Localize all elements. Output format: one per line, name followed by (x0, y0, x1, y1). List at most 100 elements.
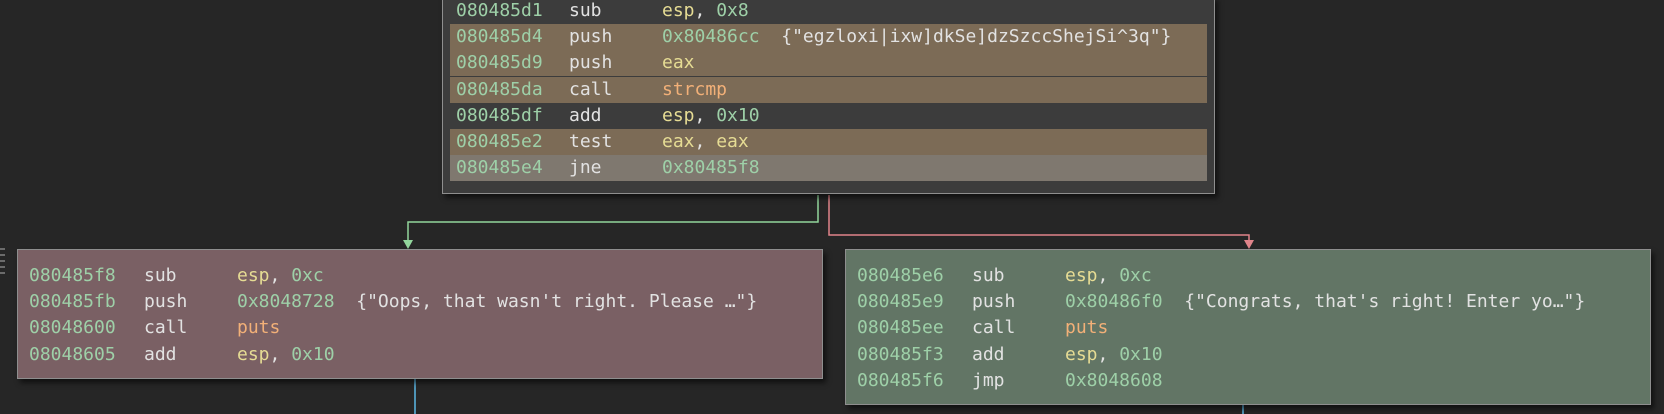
instruction-mnemonic: sub (144, 265, 177, 286)
instruction-row[interactable]: 08048600 call puts (18, 316, 822, 340)
immediate-operand[interactable]: 0x8048608 (1065, 370, 1163, 391)
register-operand[interactable]: esp (237, 344, 270, 365)
string-annotation: {"Oops, that wasn't right. Please …"} (356, 291, 758, 313)
register-operand[interactable]: eax (662, 131, 695, 152)
instruction-address[interactable]: 080485f3 (857, 343, 944, 367)
instruction-operands: puts (1065, 316, 1108, 340)
instruction-operands: esp, 0x10 (662, 104, 760, 128)
immediate-operand[interactable]: 0x10 (291, 344, 334, 365)
operand-separator: , (269, 343, 292, 365)
immediate-operand[interactable]: 0x10 (1119, 344, 1162, 365)
immediate-operand[interactable]: 0x8 (716, 0, 749, 21)
register-operand[interactable]: esp (237, 265, 270, 286)
fallthrough-edge[interactable] (828, 195, 1250, 240)
jump-taken-arrowhead (403, 240, 413, 249)
immediate-operand[interactable]: 0xc (291, 265, 324, 286)
register-operand[interactable]: eax (716, 131, 749, 152)
immediate-operand[interactable]: 0x8048728 (237, 291, 335, 312)
instruction-row[interactable]: 080485e2 test eax, eax (443, 130, 1214, 154)
instruction-row[interactable]: 080485fb push 0x8048728 {"Oops, that wasn'… (18, 290, 822, 314)
instruction-address[interactable]: 080485df (456, 104, 543, 128)
register-operand[interactable]: eax (662, 52, 695, 73)
instruction-operands: esp, 0x8 (662, 0, 749, 23)
instruction-address[interactable]: 080485ee (857, 316, 944, 340)
instruction-mnemonic: add (569, 104, 602, 126)
immediate-operand[interactable]: 0x10 (716, 105, 759, 126)
instruction-address[interactable]: 080485e4 (456, 156, 543, 180)
instruction-operands: eax (662, 51, 695, 75)
function-reference[interactable]: strcmp (662, 79, 727, 100)
function-reference[interactable]: puts (237, 317, 280, 338)
instruction-mnemonic: sub (972, 265, 1005, 286)
instruction-operands: 0x80486cc {"egzloxi|ixw]dkSe]dzSzccShejS… (662, 25, 1171, 49)
operand-separator: , (694, 131, 717, 152)
instruction-address[interactable]: 080485d4 (456, 25, 543, 49)
panel-resize-handle[interactable] (0, 248, 5, 282)
instruction-address[interactable]: 080485e2 (456, 130, 543, 154)
operand-separator (1163, 291, 1185, 312)
function-reference[interactable]: puts (1065, 317, 1108, 338)
register-operand[interactable]: esp (1065, 344, 1098, 365)
instruction-operands: strcmp (662, 78, 727, 102)
instruction-mnemonic: sub (569, 0, 602, 21)
fallthrough-arrowhead (1244, 240, 1254, 249)
instruction-operands: esp, 0xc (237, 264, 324, 288)
instruction-row[interactable]: 080485d9 push eax (443, 51, 1214, 75)
basic-block-correct-password[interactable]: 080485e6 sub esp, 0xc 080485e9 push 0x80486f0… (845, 249, 1651, 405)
instruction-row[interactable]: 080485f6 jmp 0x8048608 (846, 369, 1650, 393)
operand-separator: , (269, 265, 292, 286)
instruction-mnemonic: push (972, 291, 1016, 313)
immediate-operand[interactable]: 0xc (1119, 265, 1152, 286)
instruction-row[interactable]: 080485da call strcmp (443, 78, 1214, 102)
instruction-address[interactable]: 080485e9 (857, 290, 944, 314)
instruction-operands: eax, eax (662, 130, 749, 154)
register-operand[interactable]: esp (1065, 265, 1098, 286)
jump-taken-edge[interactable] (407, 195, 819, 240)
instruction-address[interactable]: 080485d9 (456, 51, 543, 75)
instruction-operands: esp, 0x10 (237, 343, 335, 367)
instruction-address[interactable]: 080485da (456, 78, 543, 102)
instruction-row[interactable]: 080485f8 sub esp, 0xc (18, 264, 822, 288)
instruction-address[interactable]: 08048600 (29, 316, 116, 340)
operand-separator (760, 26, 782, 47)
instruction-row[interactable]: 080485e6 sub esp, 0xc (846, 264, 1650, 288)
instruction-mnemonic: call (569, 78, 613, 100)
immediate-operand[interactable]: 0x80486f0 (1065, 291, 1163, 312)
instruction-mnemonic: add (972, 343, 1005, 365)
register-operand[interactable]: esp (662, 0, 695, 21)
immediate-operand[interactable]: 0x80485f8 (662, 157, 760, 178)
instruction-row[interactable]: 080485ee call puts (846, 316, 1650, 340)
instruction-address[interactable]: 080485fb (29, 290, 116, 314)
instruction-address[interactable]: 080485f8 (29, 264, 116, 288)
instruction-row[interactable]: 080485df add esp, 0x10 (443, 104, 1214, 128)
operand-separator (335, 291, 357, 312)
instruction-mnemonic: push (144, 291, 188, 313)
instruction-mnemonic: jmp (972, 369, 1005, 391)
instruction-address[interactable]: 080485d1 (456, 0, 543, 23)
instruction-row[interactable]: 080485e4 jne 0x80485f8 (443, 156, 1214, 180)
instruction-row[interactable]: 080485d4 push 0x80486cc {"egzloxi|ixw]dkSe… (443, 25, 1214, 49)
instruction-row[interactable]: 080485e9 push 0x80486f0 {"Congrats, that's… (846, 290, 1650, 314)
instruction-address[interactable]: 080485e6 (857, 264, 944, 288)
instruction-operands: 0x80486f0 {"Congrats, that's right! Ente… (1065, 290, 1585, 314)
instruction-mnemonic: add (144, 343, 177, 365)
instruction-row[interactable]: 080485f3 add esp, 0x10 (846, 343, 1650, 367)
instruction-operands: puts (237, 316, 280, 340)
basic-block-strcmp-check[interactable]: 080485d1 sub esp, 0x8 080485d4 push 0x80486cc… (442, 0, 1215, 194)
instruction-mnemonic: call (972, 317, 1016, 339)
operand-separator: , (694, 104, 717, 126)
instruction-mnemonic: push (569, 26, 613, 48)
string-annotation: {"Congrats, that's right! Enter yo…"} (1184, 291, 1586, 313)
instruction-address[interactable]: 08048605 (29, 343, 116, 367)
instruction-row[interactable]: 08048605 add esp, 0x10 (18, 343, 822, 367)
instruction-address[interactable]: 080485f6 (857, 369, 944, 393)
basic-block-wrong-password[interactable]: 080485f8 sub esp, 0xc 080485fb push 0x8048728… (17, 249, 823, 379)
string-annotation: {"egzloxi|ixw]dkSe]dzSzccShejSi^3q"} (781, 26, 1172, 48)
register-operand[interactable]: esp (662, 105, 695, 126)
instruction-operands: 0x8048728 {"Oops, that wasn't right. Ple… (237, 290, 757, 314)
instruction-operands: 0x8048608 (1065, 369, 1163, 393)
immediate-operand[interactable]: 0x80486cc (662, 26, 760, 47)
instruction-mnemonic: call (144, 317, 188, 339)
instruction-mnemonic: jne (569, 157, 602, 179)
instruction-row[interactable]: 080485d1 sub esp, 0x8 (443, 0, 1214, 23)
